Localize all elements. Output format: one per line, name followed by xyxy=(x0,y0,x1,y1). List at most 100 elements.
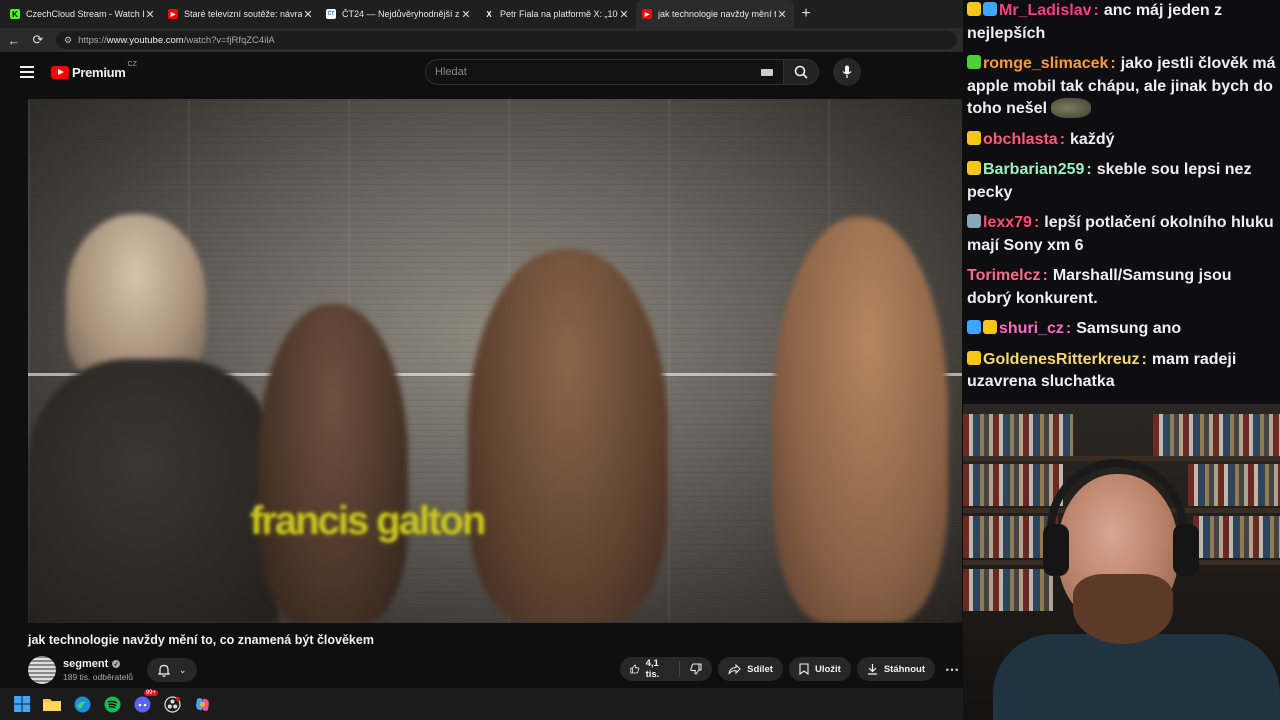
share-icon xyxy=(728,663,741,674)
screen: K CzechCloud Stream - Watch Live o ✕ ▶ S… xyxy=(0,0,1280,720)
tab-czechcloud[interactable]: K CzechCloud Stream - Watch Live o ✕ xyxy=(4,0,162,28)
discord-notification-badge: 99+ xyxy=(143,690,158,696)
tab-stare-souteze[interactable]: ▶ Staré televizní soutěže: návrat do ✕ xyxy=(162,0,320,28)
url-path: /watch?v=fjRfqZC4ilA xyxy=(183,34,275,46)
tab-ct24[interactable]: ČT ČT24 — Nejdůvěryhodnější zpravo ✕ xyxy=(320,0,478,28)
reload-icon[interactable]: ⟳ xyxy=(28,30,48,50)
spotify-icon[interactable] xyxy=(102,694,122,714)
more-actions-icon[interactable]: ⋯ xyxy=(941,657,963,681)
video-title: jak technologie navždy mění to, co zname… xyxy=(28,633,374,647)
channel-name[interactable]: segment xyxy=(63,658,108,670)
subscription-bell-button[interactable]: ⌄ xyxy=(147,658,197,682)
like-dislike-group: 4,1 tis. xyxy=(620,657,713,681)
chevron-down-icon: ⌄ xyxy=(178,664,187,675)
new-tab-button[interactable]: + xyxy=(794,0,818,28)
chat-username[interactable]: GoldenesRitterkreuz xyxy=(983,351,1139,368)
chat-message: GoldenesRitterkreuz: mam radeji uzavrena … xyxy=(967,350,1237,390)
video-player[interactable]: francis galton xyxy=(28,99,962,623)
close-tab-icon[interactable]: ✕ xyxy=(460,8,472,21)
chat-message: obchlasta: každý xyxy=(967,129,1280,152)
search-button[interactable] xyxy=(784,59,819,85)
chat-message: romge_slimacek: jako jestli člověk má app… xyxy=(967,55,1276,118)
url-host: www.youtube.com xyxy=(106,34,184,46)
voice-search-button[interactable] xyxy=(833,58,861,86)
site-info-icon[interactable]: ⚙ xyxy=(64,35,72,46)
youtube-play-icon xyxy=(51,65,69,79)
share-label: Sdílet xyxy=(747,663,773,675)
windows-taskbar: 99+ xyxy=(0,688,963,720)
thumbs-down-icon xyxy=(690,663,702,675)
channel-info: segment ✓ 189 tis. odběratelů xyxy=(28,656,133,684)
close-tab-icon[interactable]: ✕ xyxy=(776,8,788,21)
copilot-icon[interactable] xyxy=(192,694,212,714)
tab-title: ČT24 — Nejdůvěryhodnější zpravo xyxy=(342,9,460,19)
download-button[interactable]: Stáhnout xyxy=(856,657,936,681)
moderator-badge-icon xyxy=(967,320,981,334)
tab-title: jak technologie navždy mění to, co xyxy=(658,9,776,19)
file-explorer-icon[interactable] xyxy=(42,694,62,714)
obs-icon[interactable] xyxy=(162,694,182,714)
verified-icon: ✓ xyxy=(112,660,121,668)
url-field[interactable]: ⚙ https://www.youtube.com/watch?v=fjRfqZ… xyxy=(56,31,957,49)
close-tab-icon[interactable]: ✕ xyxy=(302,8,314,21)
chat-username[interactable]: lexx79 xyxy=(983,214,1032,231)
tab-title: Petr Fiala na platformě X: „100 dn xyxy=(500,9,618,19)
search-placeholder: Hledat xyxy=(435,66,467,78)
thumbs-up-icon xyxy=(630,664,640,674)
tab-x-fiala[interactable]: X Petr Fiala na platformě X: „100 dn ✕ xyxy=(478,0,636,28)
search-input[interactable]: Hledat xyxy=(425,59,784,85)
logo-text: Premium xyxy=(72,64,126,80)
streamer-beard xyxy=(1073,574,1173,644)
subscriber-badge-icon xyxy=(967,350,981,365)
logo-country: CZ xyxy=(127,60,137,68)
close-tab-icon[interactable]: ✕ xyxy=(618,8,630,21)
url-prefix: https:// xyxy=(78,34,107,46)
back-arrow-icon[interactable]: ← xyxy=(4,30,24,50)
chat-username[interactable]: obchlasta xyxy=(983,131,1058,148)
download-icon xyxy=(867,664,877,675)
close-tab-icon[interactable]: ✕ xyxy=(144,8,156,21)
microphone-icon xyxy=(842,65,852,78)
tab-bar: K CzechCloud Stream - Watch Live o ✕ ▶ S… xyxy=(0,0,963,28)
gift-badge-icon xyxy=(983,2,997,16)
stream-chat: Mr_Ladislav: anc máj jeden z nejlepších r… xyxy=(963,0,1280,404)
save-button[interactable]: Uložit xyxy=(788,657,851,681)
bell-icon xyxy=(157,664,170,677)
tab-youtube-active[interactable]: ▶ jak technologie navždy mění to, co ✕ xyxy=(636,0,794,28)
chat-username[interactable]: Mr_Ladislav xyxy=(999,2,1091,19)
keyboard-icon[interactable] xyxy=(761,69,773,76)
subscriber-badge-icon xyxy=(967,55,981,69)
emote-icon xyxy=(1051,98,1092,118)
like-button[interactable]: 4,1 tis. xyxy=(620,658,681,680)
dislike-button[interactable] xyxy=(680,663,712,675)
windows-start-icon[interactable] xyxy=(12,694,32,714)
bookmark-icon xyxy=(799,663,809,675)
browser-window: K CzechCloud Stream - Watch Live o ✕ ▶ S… xyxy=(0,0,963,688)
channel-avatar[interactable] xyxy=(28,656,56,684)
kick-favicon-icon: K xyxy=(10,9,20,19)
chat-message: Mr_Ladislav: anc máj jeden z nejlepších xyxy=(967,2,1223,42)
youtube-favicon-icon: ▶ xyxy=(168,9,178,19)
chat-username[interactable]: Barbarian259 xyxy=(983,161,1084,178)
edge-browser-icon[interactable] xyxy=(72,694,92,714)
chat-text: Samsung ano xyxy=(1076,320,1182,337)
chat-message: Barbarian259: skeble sou lepsi nez pecky xyxy=(967,161,1252,201)
discord-icon[interactable]: 99+ xyxy=(132,690,158,714)
menu-icon[interactable] xyxy=(20,66,34,78)
address-bar-row: ← ⟳ ⚙ https://www.youtube.com/watch?v=fj… xyxy=(0,28,963,52)
video-actions: 4,1 tis. Sdílet Uložit Stáhnout ⋯ xyxy=(620,657,963,681)
search-icon xyxy=(794,65,808,79)
subscriber-badge-icon xyxy=(967,214,981,228)
tab-title: CzechCloud Stream - Watch Live o xyxy=(26,9,144,19)
share-button[interactable]: Sdílet xyxy=(718,657,783,681)
youtube-favicon-icon: ▶ xyxy=(642,9,652,19)
youtube-header: Premium CZ Hledat xyxy=(0,52,963,92)
youtube-logo[interactable]: Premium CZ xyxy=(51,61,137,80)
tab-title: Staré televizní soutěže: návrat do xyxy=(184,9,302,19)
chat-username[interactable]: Torimelcz xyxy=(967,267,1041,284)
chat-username[interactable]: romge_slimacek xyxy=(983,55,1108,72)
bookshelf xyxy=(963,414,1073,456)
download-label: Stáhnout xyxy=(883,663,926,675)
subscriber-badge-icon xyxy=(967,161,981,175)
chat-username[interactable]: shuri_cz xyxy=(999,320,1064,337)
